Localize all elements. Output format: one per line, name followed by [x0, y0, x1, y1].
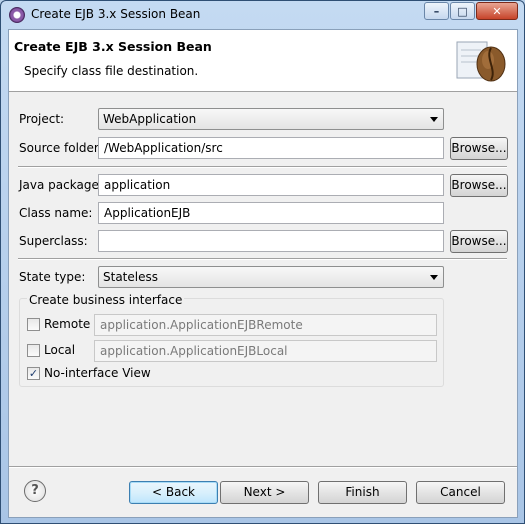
wizard-header: Create EJB 3.x Session Bean Specify clas…: [9, 30, 517, 92]
coffee-bean-icon: [456, 41, 506, 82]
checkmark-icon: ✓: [27, 366, 40, 380]
footer-separator: [9, 466, 517, 468]
superclass-browse-button[interactable]: Browse...: [450, 230, 508, 253]
window-title: Create EJB 3.x Session Bean: [31, 7, 201, 21]
source-folder-label: Source folder:: [19, 141, 103, 155]
finish-button[interactable]: Finish: [318, 481, 407, 504]
minimize-button[interactable]: –: [424, 2, 449, 20]
project-combo[interactable]: WebApplication: [98, 108, 444, 130]
chevron-down-icon: [430, 275, 438, 280]
state-type-combo[interactable]: Stateless: [98, 266, 444, 288]
no-interface-view-checkbox[interactable]: ✓ No-interface View: [27, 366, 151, 380]
help-icon[interactable]: ?: [24, 480, 46, 502]
chevron-down-icon: [430, 117, 438, 122]
page-title: Create EJB 3.x Session Bean: [14, 39, 212, 54]
java-package-label: Java package:: [19, 178, 103, 192]
java-package-browse-button[interactable]: Browse...: [450, 174, 508, 197]
local-label: Local: [44, 343, 76, 357]
separator: [18, 258, 507, 260]
remote-interface-field: application.ApplicationEJBRemote: [94, 314, 437, 336]
class-name-field[interactable]: ApplicationEJB: [98, 202, 444, 224]
java-package-field[interactable]: application: [98, 174, 444, 196]
no-interface-view-label: No-interface View: [44, 366, 151, 380]
back-button[interactable]: < Back: [129, 481, 218, 504]
superclass-field[interactable]: [98, 230, 444, 252]
project-label: Project:: [19, 112, 65, 126]
source-folder-browse-button[interactable]: Browse...: [450, 137, 508, 160]
class-name-label: Class name:: [19, 206, 93, 220]
business-interface-legend: Create business interface: [27, 293, 185, 307]
project-value: WebApplication: [103, 112, 197, 126]
title-bar[interactable]: Create EJB 3.x Session Bean – □ ✕: [1, 1, 524, 29]
eclipse-icon: [9, 7, 25, 23]
next-button[interactable]: Next >: [220, 481, 309, 504]
page-subtitle: Specify class file destination.: [24, 64, 199, 78]
remote-label: Remote: [44, 317, 91, 331]
cancel-button[interactable]: Cancel: [416, 481, 505, 504]
maximize-button[interactable]: □: [450, 2, 475, 20]
source-folder-field[interactable]: /WebApplication/src: [98, 137, 444, 159]
checkbox-box: [27, 317, 40, 331]
checkbox-box: [27, 343, 40, 357]
state-type-label: State type:: [19, 270, 86, 284]
dialog-body: Create EJB 3.x Session Bean Specify clas…: [8, 29, 518, 518]
state-type-value: Stateless: [103, 270, 158, 284]
local-interface-field: application.ApplicationEJBLocal: [94, 340, 437, 362]
local-checkbox[interactable]: Local: [27, 343, 75, 357]
separator: [18, 166, 507, 168]
remote-checkbox[interactable]: Remote: [27, 317, 90, 331]
close-button[interactable]: ✕: [476, 2, 518, 20]
window-controls: – □ ✕: [423, 2, 518, 20]
dialog-window: Create EJB 3.x Session Bean – □ ✕ Create…: [0, 0, 525, 524]
superclass-label: Superclass:: [19, 234, 88, 248]
